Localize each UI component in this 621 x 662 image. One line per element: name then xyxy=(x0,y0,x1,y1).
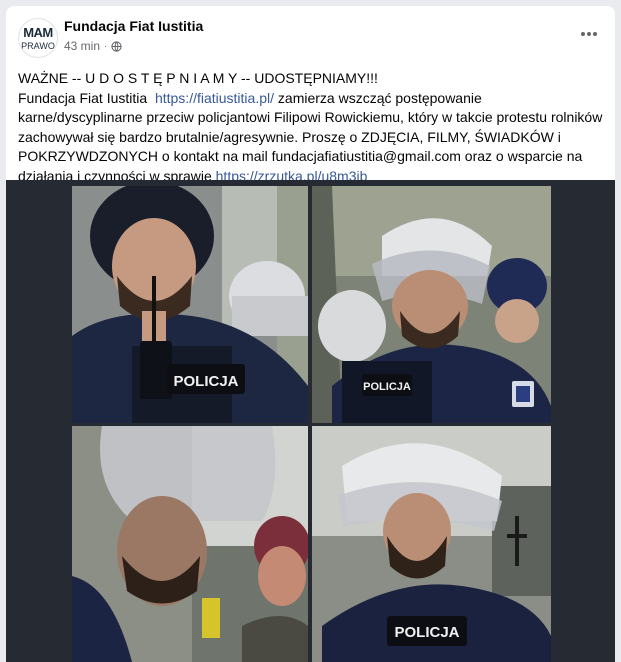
post-header: MAM PRAWO Fundacja Fiat Iustitia 43 min … xyxy=(6,6,615,62)
photo-2[interactable]: POLICJA xyxy=(312,186,551,423)
fiatiustitia-link[interactable]: https://fiatiustitia.pl/ xyxy=(155,90,274,106)
post-body: Fundacja Fiat Iustitia https://fiatiusti… xyxy=(18,89,603,187)
meta-separator: · xyxy=(104,41,108,51)
photo-1[interactable]: POLICJA xyxy=(72,186,308,423)
org-name-text: Fundacja Fiat Iustitia xyxy=(18,89,148,106)
avatar-text-top: MAM xyxy=(23,25,53,40)
photo-4[interactable]: POLICJA xyxy=(312,426,551,662)
post-photo-area: POLICJA POLICJA POLICJA xyxy=(6,180,615,662)
photo-grid: POLICJA POLICJA POLICJA xyxy=(72,186,551,662)
vest-label-1: POLICJA xyxy=(173,373,238,390)
post-headline: WAŻNE -- U D O S T Ę P N I A M Y -- UDOS… xyxy=(18,70,378,86)
post-timestamp[interactable]: 43 min xyxy=(64,39,100,53)
post-message: WAŻNE -- U D O S T Ę P N I A M Y -- UDOS… xyxy=(18,69,603,187)
globe-icon[interactable] xyxy=(111,40,122,52)
vest-label-4: POLICJA xyxy=(394,624,459,641)
more-horizontal-icon xyxy=(581,32,597,36)
page-avatar[interactable]: MAM PRAWO xyxy=(18,18,58,58)
avatar-text-bottom: PRAWO xyxy=(21,41,55,51)
more-options-button[interactable] xyxy=(577,22,601,46)
vest-label-2: POLICJA xyxy=(363,381,411,393)
photo-3[interactable] xyxy=(72,426,308,662)
post-card: MAM PRAWO Fundacja Fiat Iustitia 43 min … xyxy=(6,6,615,662)
page-name-link[interactable]: Fundacja Fiat Iustitia xyxy=(64,18,203,34)
post-meta: 43 min · xyxy=(64,39,122,53)
